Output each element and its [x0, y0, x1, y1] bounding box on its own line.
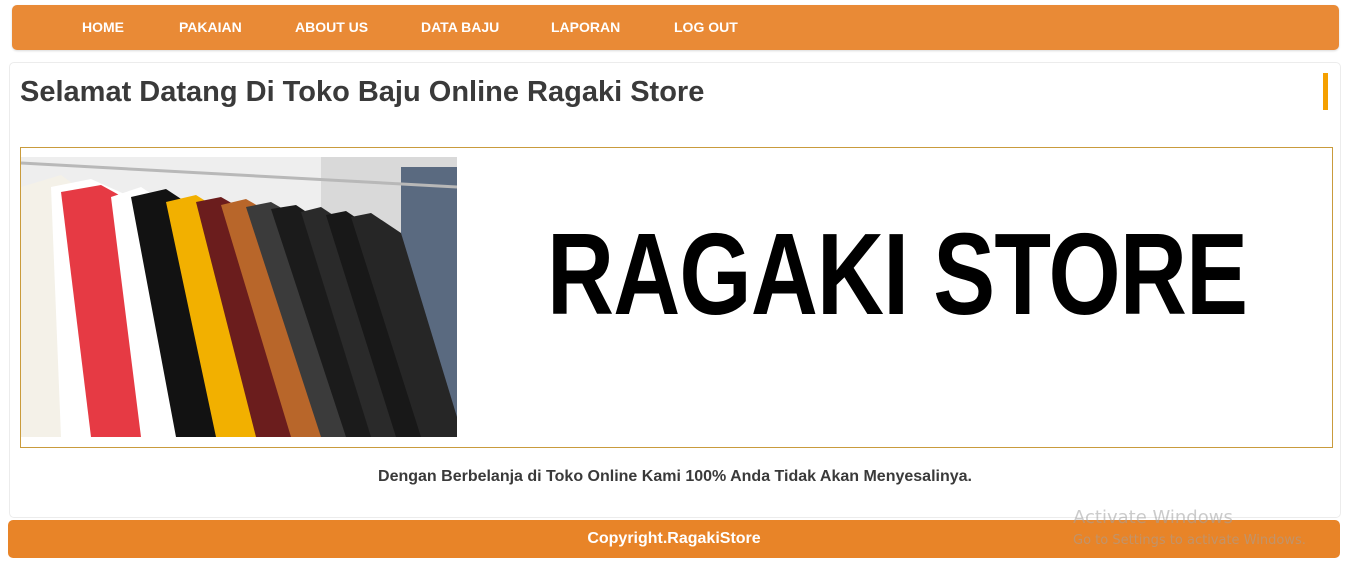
nav-log-out[interactable]: LOG OUT	[674, 5, 738, 50]
tagline-text: Dengan Berbelanja di Toko Online Kami 10…	[378, 468, 972, 485]
page-title: Selamat Datang Di Toko Baju Online Ragak…	[20, 76, 705, 108]
accent-bar	[1323, 73, 1328, 110]
windows-activation-watermark: Activate Windows Go to Settings to activ…	[1073, 507, 1306, 551]
store-banner: RAGAKI STORE	[20, 147, 1333, 448]
nav-data-baju[interactable]: DATA BAJU	[421, 5, 499, 50]
watermark-subtitle: Go to Settings to activate Windows.	[1073, 533, 1306, 548]
watermark-title: Activate Windows	[1073, 507, 1233, 528]
banner-brand-text: RAGAKI STORE	[547, 209, 1248, 339]
nav-laporan[interactable]: LAPORAN	[551, 5, 620, 50]
nav-about-us[interactable]: ABOUT US	[295, 5, 368, 50]
nav-pakaian[interactable]: PAKAIAN	[179, 5, 242, 50]
top-navbar: HOME PAKAIAN ABOUT US DATA BAJU LAPORAN …	[12, 5, 1339, 50]
main-content: Selamat Datang Di Toko Baju Online Ragak…	[9, 62, 1341, 518]
clothes-rack-image	[21, 157, 457, 437]
nav-home[interactable]: HOME	[82, 5, 124, 50]
